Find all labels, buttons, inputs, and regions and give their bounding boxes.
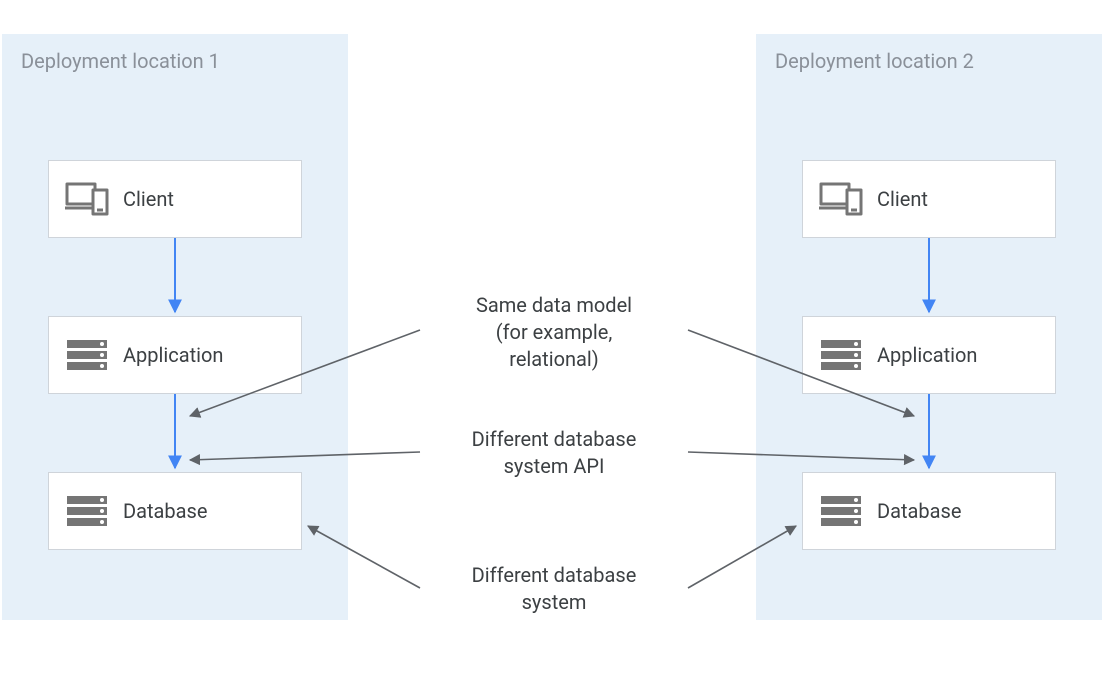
client-node-right: Client	[802, 160, 1056, 238]
server-icon	[65, 338, 109, 372]
client-label-left: Client	[123, 187, 174, 211]
server-icon	[65, 494, 109, 528]
client-label-right: Client	[877, 187, 928, 211]
database-node-left: Database	[48, 472, 302, 550]
database-node-right: Database	[802, 472, 1056, 550]
annotation-diff-api: Different databasesystem API	[424, 426, 684, 480]
annotation-same-model: Same data model(for example,relational)	[424, 292, 684, 373]
application-node-left: Application	[48, 316, 302, 394]
client-node-left: Client	[48, 160, 302, 238]
server-icon	[819, 494, 863, 528]
devices-icon	[819, 182, 863, 216]
application-label-left: Application	[123, 343, 223, 367]
application-label-right: Application	[877, 343, 977, 367]
server-icon	[819, 338, 863, 372]
devices-icon	[65, 182, 109, 216]
region-2-title: Deployment location 2	[775, 49, 1083, 73]
annotation-diff-system: Different databasesystem	[424, 562, 684, 616]
database-label-right: Database	[877, 499, 961, 523]
database-label-left: Database	[123, 499, 207, 523]
region-1-title: Deployment location 1	[21, 49, 329, 73]
application-node-right: Application	[802, 316, 1056, 394]
